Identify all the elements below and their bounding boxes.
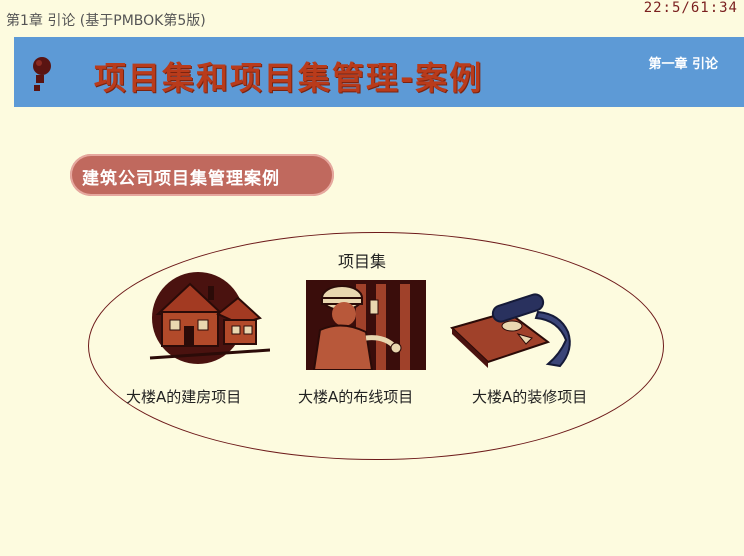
slide-banner: 项目集和项目集管理-案例 第一章 引论 xyxy=(14,37,744,107)
chapter-label: 第一章 引论 xyxy=(648,57,718,72)
chapter-breadcrumb: 第1章 引论 (基于PMBOK第5版) xyxy=(6,13,206,29)
section-pill-label: 建筑公司项目集管理案例 xyxy=(82,169,280,189)
project-label-wiring: 大楼A的布线项目 xyxy=(298,388,414,406)
timer: 22:5/61:34 xyxy=(643,0,738,16)
program-label: 项目集 xyxy=(338,252,387,271)
section-pill: 建筑公司项目集管理案例 xyxy=(70,154,334,196)
carpet-roll-icon xyxy=(450,293,571,368)
electrician-icon xyxy=(306,280,426,370)
top-bar: 第1章 引论 (基于PMBOK第5版) 22:5/61:34 xyxy=(0,0,744,36)
project-label-decoration: 大楼A的装修项目 xyxy=(472,388,588,406)
house-icon xyxy=(149,272,270,364)
slide-title: 项目集和项目集管理-案例 xyxy=(94,59,484,97)
project-label-construction: 大楼A的建房项目 xyxy=(126,388,242,406)
logo-icon xyxy=(33,57,51,91)
